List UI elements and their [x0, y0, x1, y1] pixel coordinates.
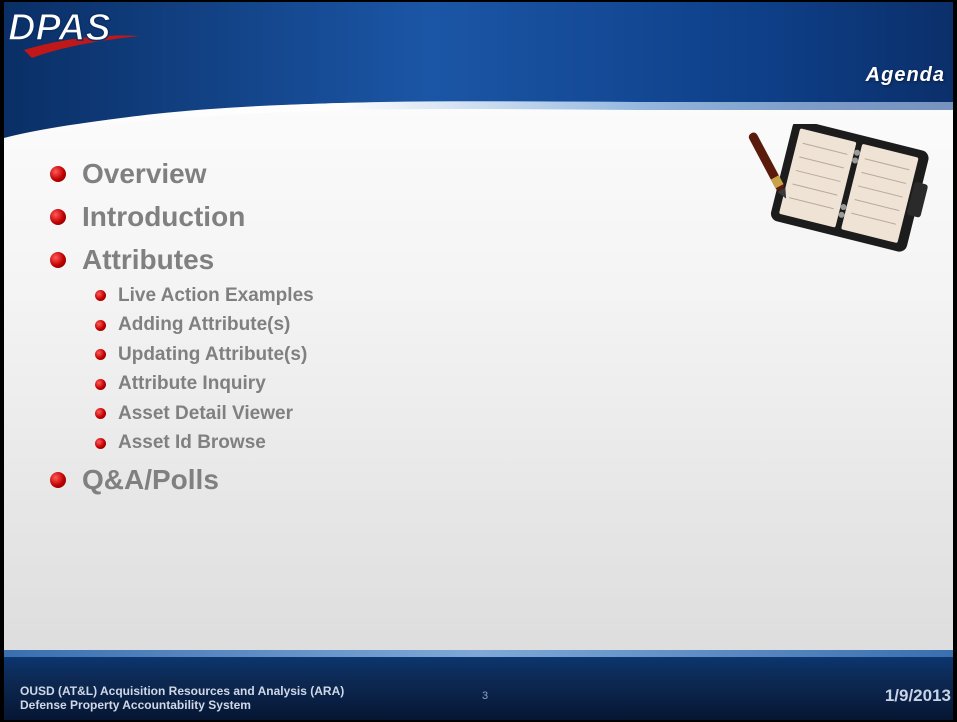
bullet-icon	[95, 349, 106, 361]
agenda-item-introduction: Introduction	[50, 195, 314, 238]
agenda-subitem-live-action-examples: Live Action Examples	[50, 281, 314, 311]
slide: DPAS Agenda Overview Introduction Attrib…	[4, 2, 953, 720]
agenda-subitem-label: Asset Detail Viewer	[118, 402, 293, 424]
agenda-subitem-label: Updating Attribute(s)	[118, 343, 308, 365]
bullet-icon	[50, 251, 66, 268]
agenda-subitem-label: Attribute Inquiry	[118, 373, 266, 395]
section-title: Agenda	[865, 64, 945, 86]
agenda-item-label: Q&A/Polls	[82, 463, 219, 495]
agenda-subitem-label: Adding Attribute(s)	[118, 314, 291, 336]
agenda-subitem-label: Live Action Examples	[118, 284, 314, 306]
agenda-subitem-adding-attributes: Adding Attribute(s)	[50, 311, 314, 341]
org-line-1: OUSD (AT&L) Acquisition Resources and An…	[20, 684, 345, 698]
agenda-subitem-asset-id-browse: Asset Id Browse	[50, 429, 314, 459]
bullet-icon	[95, 378, 106, 390]
agenda-item-overview: Overview	[50, 152, 314, 195]
agenda-list: Overview Introduction Attributes Live Ac…	[50, 152, 314, 501]
bullet-icon	[95, 437, 106, 449]
page-number: 3	[482, 690, 489, 702]
dpas-logo: DPAS	[7, 6, 139, 58]
bullet-icon	[50, 208, 66, 225]
logo-text: DPAS	[8, 7, 111, 49]
agenda-item-label: Overview	[82, 157, 207, 189]
agenda-subitem-asset-detail-viewer: Asset Detail Viewer	[50, 399, 314, 429]
agenda-item-label: Introduction	[82, 200, 246, 232]
slide-header: DPAS Agenda	[4, 2, 953, 138]
organization-text: OUSD (AT&L) Acquisition Resources and An…	[20, 684, 344, 712]
agenda-item-qa-polls: Q&A/Polls	[50, 458, 314, 501]
bullet-icon	[95, 319, 106, 331]
planner-with-pen-icon	[748, 124, 929, 252]
footer-stripe	[4, 650, 953, 657]
bullet-icon	[50, 165, 66, 182]
agenda-subitem-updating-attributes: Updating Attribute(s)	[50, 340, 314, 370]
agenda-subitem-label: Asset Id Browse	[118, 432, 266, 454]
org-line-2: Defense Property Accountability System	[20, 698, 251, 712]
agenda-subitem-attribute-inquiry: Attribute Inquiry	[50, 370, 314, 400]
bullet-icon	[95, 408, 106, 420]
bullet-icon	[50, 471, 66, 488]
bullet-icon	[95, 290, 106, 302]
slide-date: 1/9/2013	[884, 686, 951, 705]
agenda-item-label: Attributes	[82, 243, 215, 275]
slide-footer: OUSD (AT&L) Acquisition Resources and An…	[4, 650, 953, 720]
header-swoosh	[4, 2, 953, 138]
agenda-item-attributes: Attributes	[50, 238, 314, 281]
